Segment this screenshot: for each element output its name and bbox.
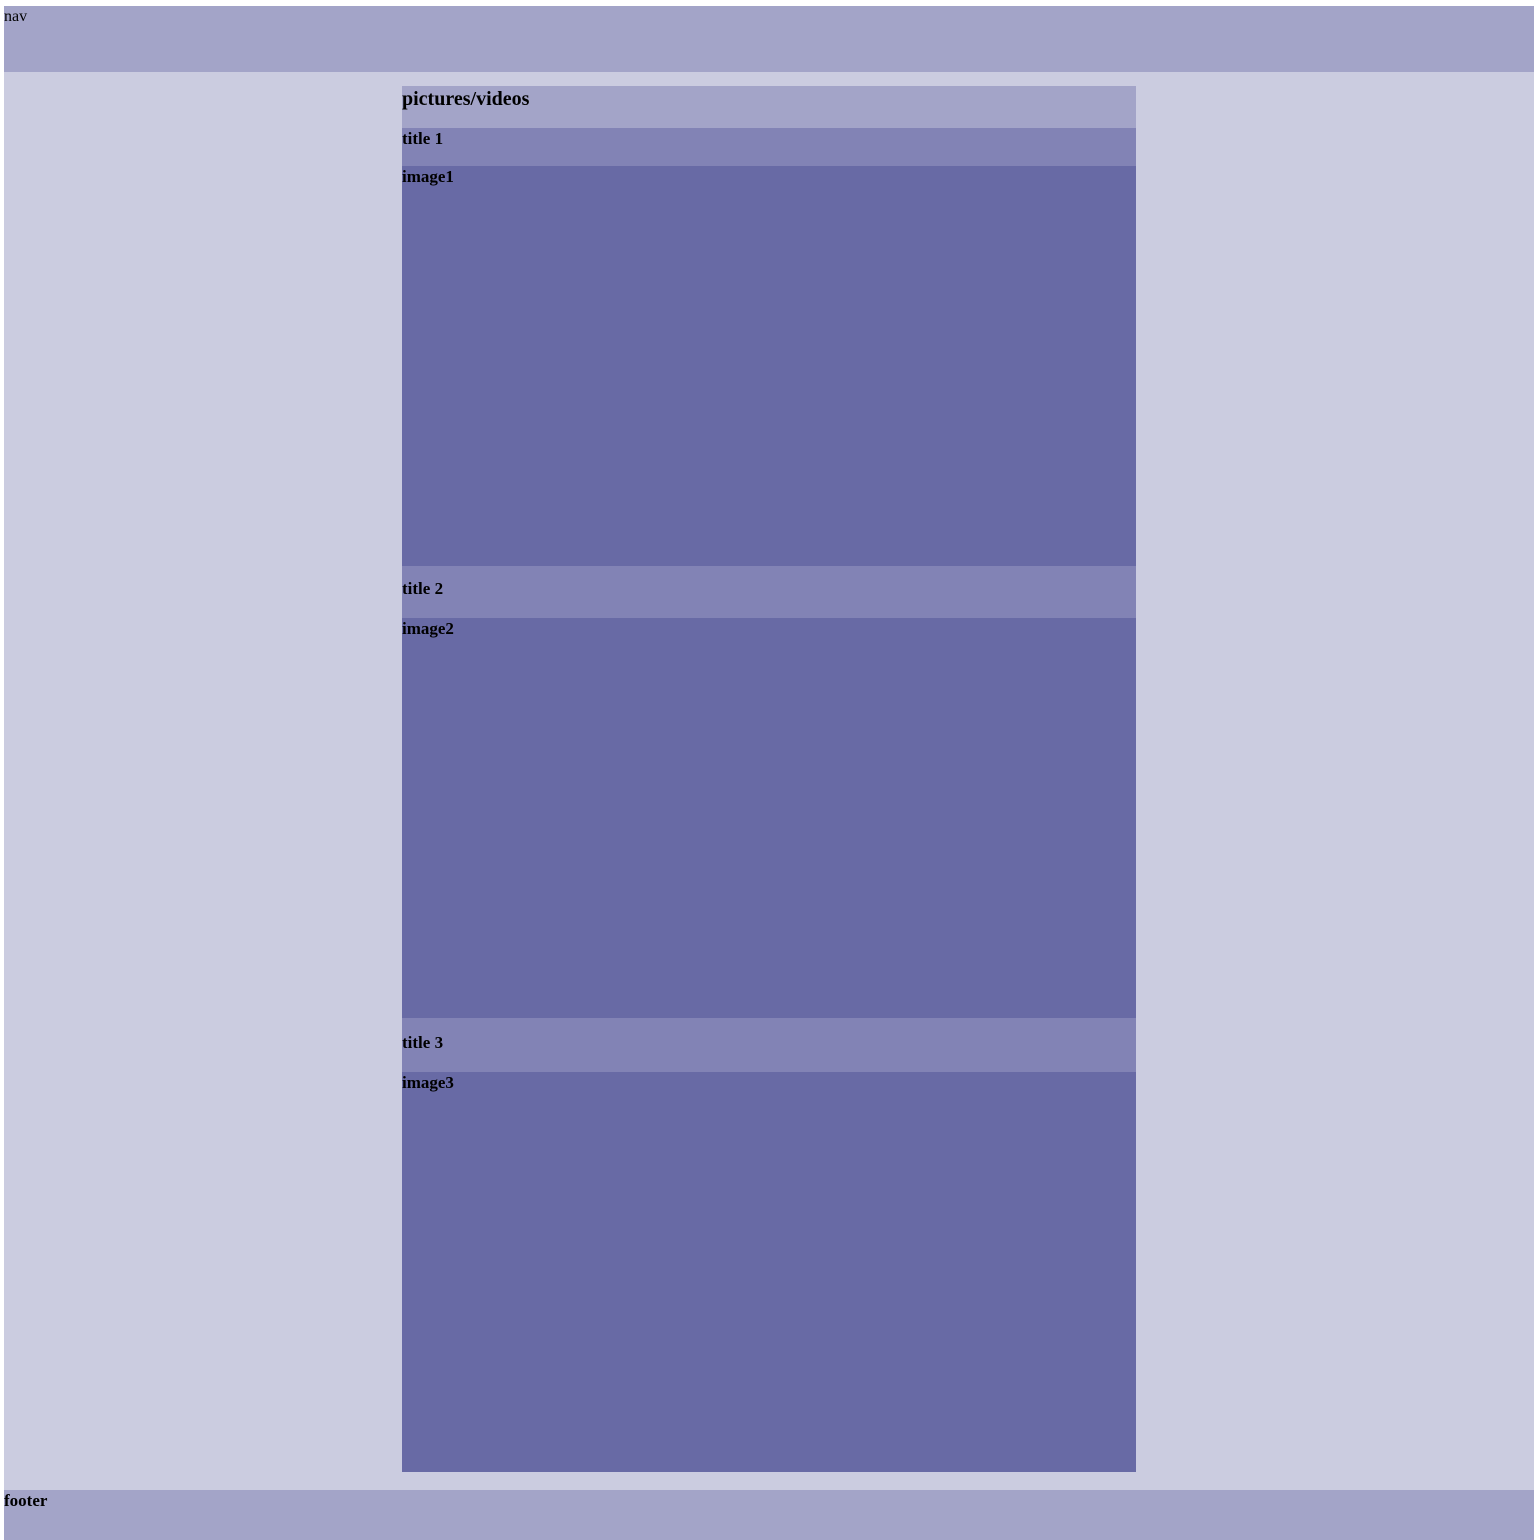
media-image-placeholder[interactable]: image3	[402, 1072, 1136, 1472]
media-image-placeholder[interactable]: image2	[402, 618, 1136, 1018]
gallery-heading-bar: pictures/videos	[402, 86, 1136, 128]
item-title-bar: title 3	[402, 1018, 1136, 1072]
item-title: title 2	[402, 579, 444, 598]
item-title-bar: title 2	[402, 566, 1136, 618]
item-title-bar: title 1	[402, 128, 1136, 166]
media-gallery: pictures/videos title 1 image1 title 2 i…	[402, 86, 1136, 1472]
item-title: title 1	[402, 129, 444, 148]
image-label: image2	[402, 619, 454, 638]
item-title: title 3	[402, 1033, 444, 1052]
image-label: image3	[402, 1073, 454, 1092]
nav-label: nav	[4, 8, 28, 25]
gallery-heading: pictures/videos	[402, 88, 530, 110]
page-frame: nav pictures/videos title 1 image1 title…	[4, 6, 1534, 1540]
media-image-placeholder[interactable]: image1	[402, 166, 1136, 566]
image-label: image1	[402, 167, 454, 186]
nav-bar: nav	[4, 6, 1534, 72]
footer-label: footer	[4, 1491, 48, 1510]
footer-bar: footer	[4, 1490, 1534, 1540]
